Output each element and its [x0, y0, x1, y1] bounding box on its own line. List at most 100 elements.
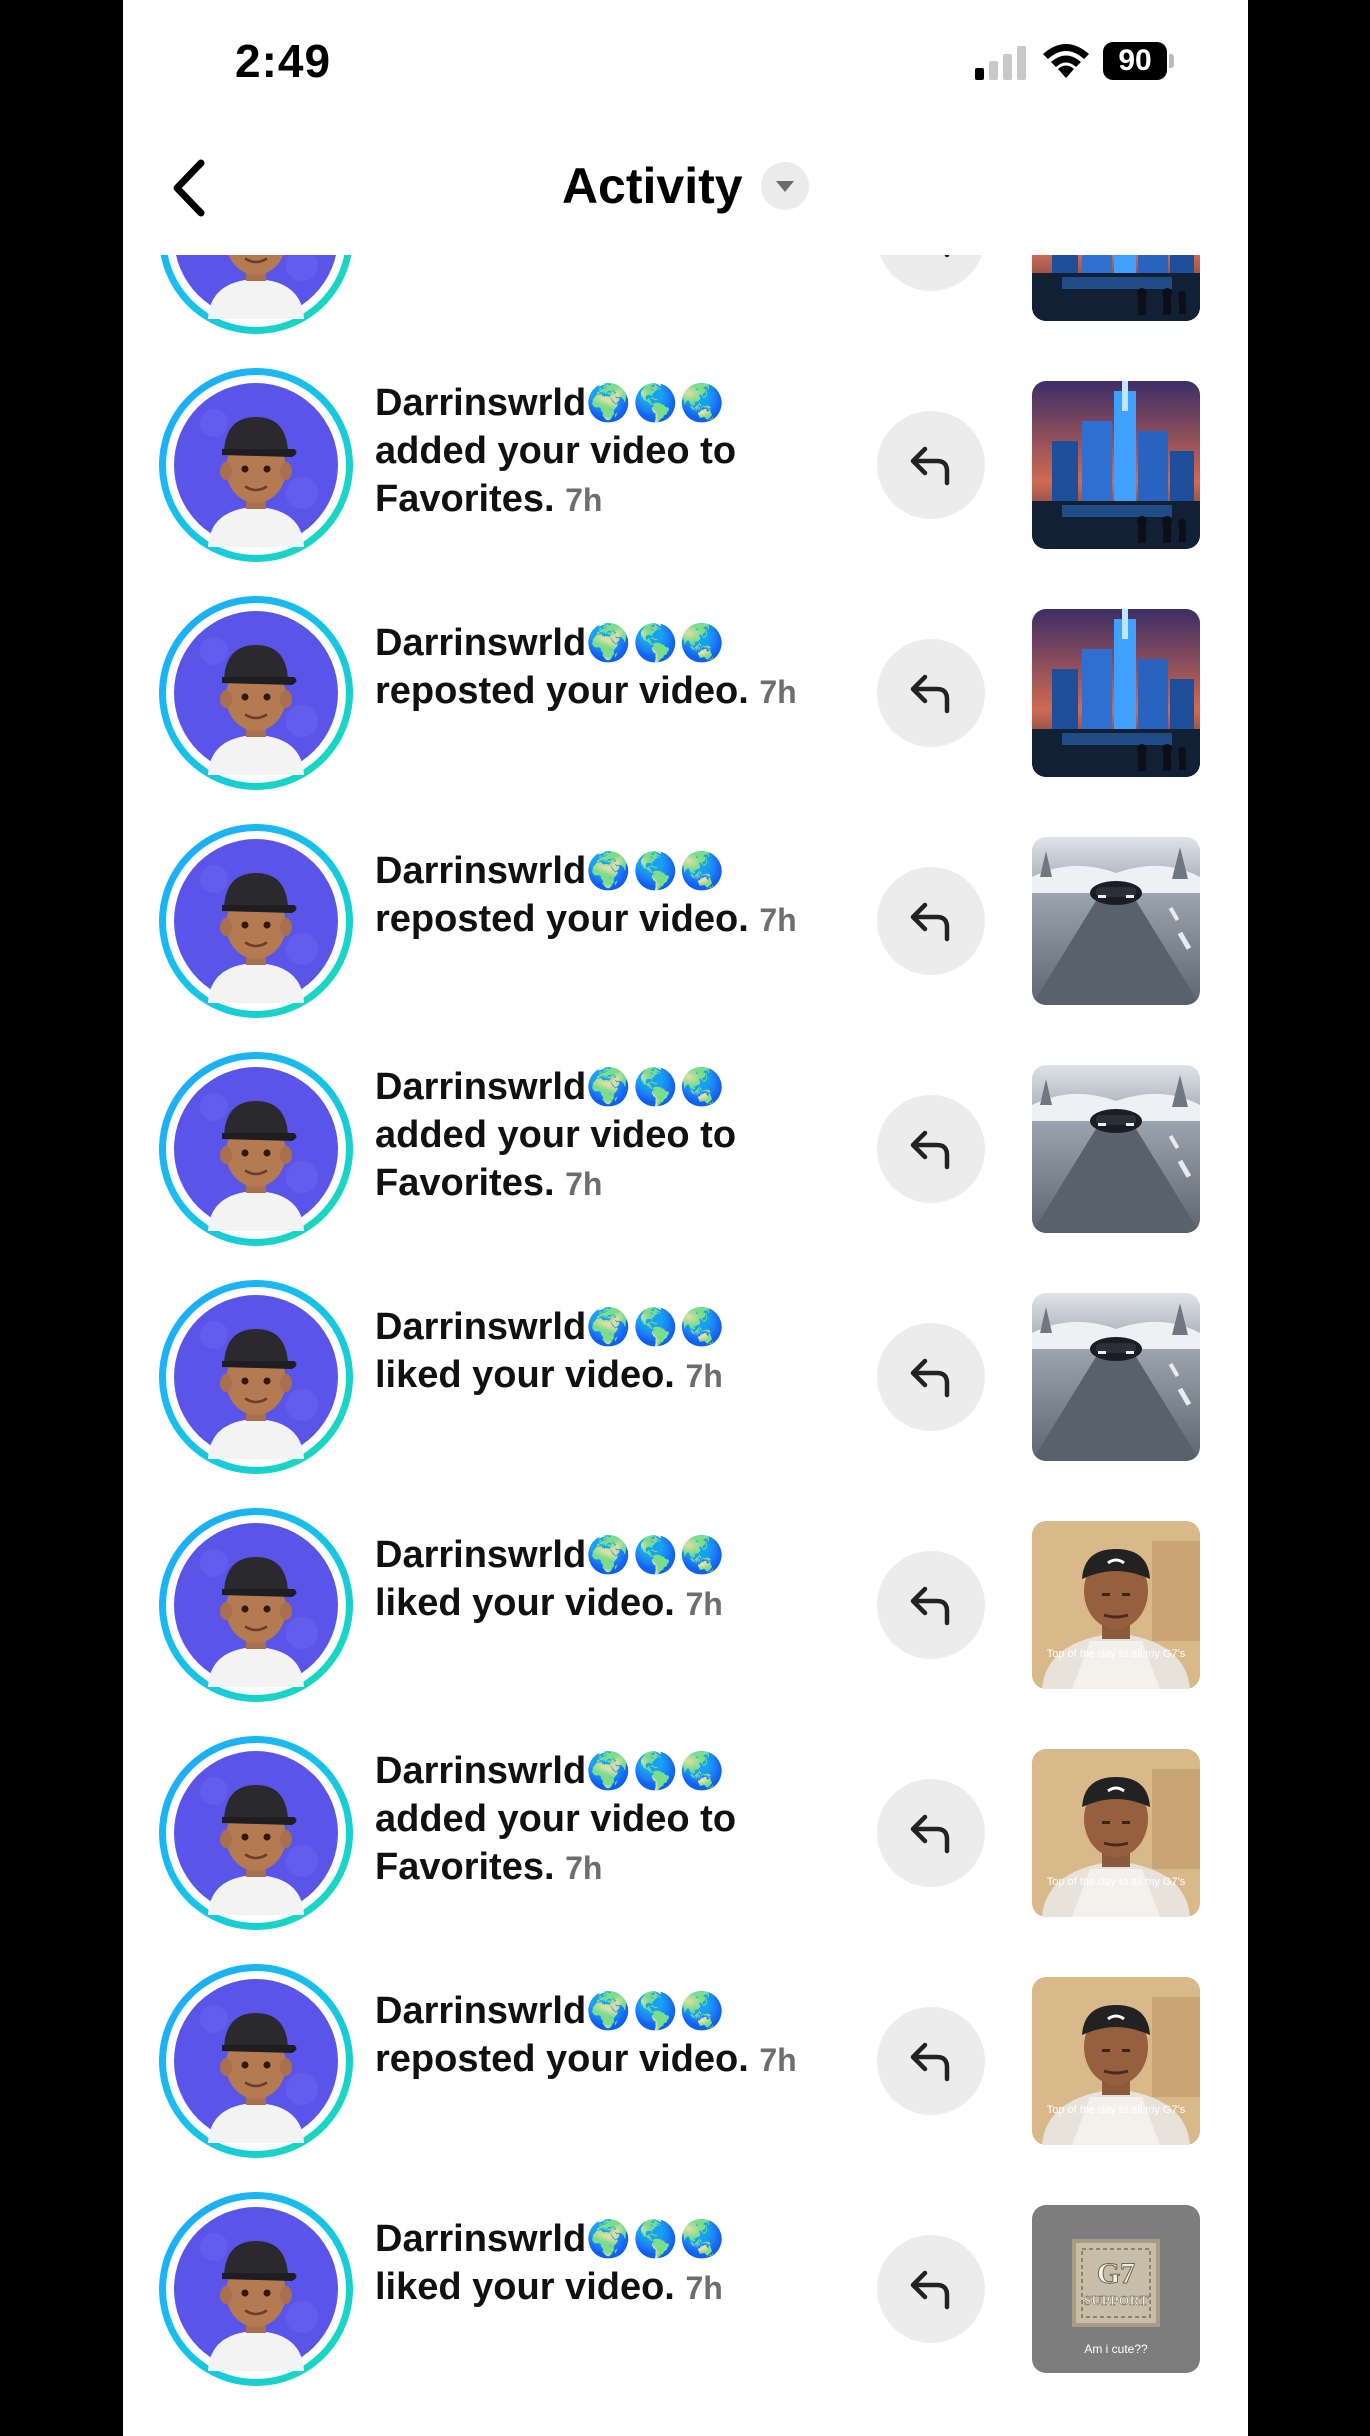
- video-thumbnail[interactable]: Top of the day to all my G7's: [1032, 1521, 1200, 1689]
- notification-row[interactable]: Darrinswrld🌍🌎🌏 added your video to Favori…: [123, 351, 1248, 579]
- notification-row[interactable]: Darrinswrld🌍🌎🌏 reposted your video. 7h To…: [123, 1947, 1248, 2175]
- video-thumbnail[interactable]: [1032, 1065, 1200, 1233]
- reply-arrow-icon: [910, 1130, 950, 1170]
- reply-button[interactable]: [877, 1323, 985, 1431]
- video-thumbnail[interactable]: [1032, 837, 1200, 1005]
- reply-arrow-icon: [910, 674, 950, 714]
- notification-row[interactable]: Darrinswrld🌍🌎🌏 added your video to Favori…: [123, 1719, 1248, 1947]
- thumbnail-caption: Top of the day to all my G7's: [1047, 2104, 1186, 2116]
- action-text: reposted your video.: [375, 898, 749, 940]
- globe-emojis: 🌍🌎🌏: [586, 622, 727, 663]
- avatar-image: [174, 1979, 338, 2143]
- username[interactable]: Darrinswrld: [375, 1750, 586, 1792]
- username[interactable]: Darrinswrld: [375, 622, 586, 664]
- avatar[interactable]: [159, 1280, 353, 1474]
- time-ago: 7h: [759, 674, 797, 710]
- reply-button[interactable]: [877, 639, 985, 747]
- reply-button[interactable]: [877, 867, 985, 975]
- thumbnail-image: Top of the day to all my G7's: [1032, 1749, 1200, 1917]
- notification-row[interactable]: Darrinswrld🌍🌎🌏 reposted your video. 7h: [123, 579, 1248, 807]
- notification-text: Darrinswrld🌍🌎🌏 added your video to Favori…: [375, 1063, 845, 1208]
- reply-arrow-icon: [910, 2042, 950, 2082]
- reply-button[interactable]: [877, 1779, 985, 1887]
- video-thumbnail[interactable]: G7 SUPPORT Am i cute??: [1032, 2205, 1200, 2373]
- notification-text: Darrinswrld🌍🌎🌏 liked your video. 7h: [375, 1531, 845, 1628]
- badge-title: G7: [1097, 2257, 1135, 2290]
- notification-row[interactable]: Darrinswrld🌍🌎🌏 liked your video. 7h: [123, 1263, 1248, 1491]
- title-dropdown[interactable]: Activity: [123, 157, 1248, 215]
- header: Activity: [123, 125, 1248, 255]
- avatar[interactable]: [159, 1508, 353, 1702]
- avatar[interactable]: [159, 596, 353, 790]
- thumbnail-image: [1032, 1065, 1200, 1233]
- avatar[interactable]: [159, 1964, 353, 2158]
- notification-row[interactable]: Darrinswrld🌍🌎🌏 liked your video. 7h G7 SU…: [123, 2175, 1248, 2403]
- notification-text: Darrinswrld🌍🌎🌏 added your video to Favori…: [375, 379, 845, 524]
- notification-row[interactable]: Darrinswrld🌍🌎🌏 added your video to Favori…: [123, 1035, 1248, 1263]
- reply-arrow-icon: [910, 1814, 950, 1854]
- reply-button[interactable]: [877, 2235, 985, 2343]
- avatar-image: [174, 1295, 338, 1459]
- username[interactable]: Darrinswrld: [375, 1066, 586, 1108]
- reply-arrow-icon: [910, 902, 950, 942]
- globe-emojis: 🌍🌎🌏: [586, 2218, 727, 2259]
- reply-button[interactable]: [877, 2007, 985, 2115]
- activity-screen: 2:49 90 Activity Darrinswrld🌍🌎🌏 added yo…: [123, 0, 1248, 2436]
- video-thumbnail[interactable]: Top of the day to all my G7's: [1032, 1977, 1200, 2145]
- reply-arrow-icon: [910, 1358, 950, 1398]
- username[interactable]: Darrinswrld: [375, 1306, 586, 1348]
- notification-text: Darrinswrld🌍🌎🌏 reposted your video. 7h: [375, 847, 845, 944]
- username[interactable]: Darrinswrld: [375, 850, 586, 892]
- globe-emojis: 🌍🌎🌏: [586, 1306, 727, 1347]
- video-thumbnail[interactable]: Top of the day to all my G7's: [1032, 1749, 1200, 1917]
- reply-arrow-icon: [910, 2270, 950, 2310]
- reply-button[interactable]: [877, 1095, 985, 1203]
- globe-emojis: 🌍🌎🌏: [586, 1534, 727, 1575]
- page-title: Activity: [561, 158, 743, 214]
- time-ago: 7h: [685, 1586, 723, 1622]
- thumbnail-image: [1032, 1293, 1200, 1461]
- time-ago: 7h: [565, 1166, 603, 1202]
- avatar[interactable]: [159, 368, 353, 562]
- avatar-image: [174, 839, 338, 1003]
- username[interactable]: Darrinswrld: [375, 1534, 586, 1576]
- notification-text: Darrinswrld🌍🌎🌏 liked your video. 7h: [375, 1303, 845, 1400]
- notification-row[interactable]: Darrinswrld🌍🌎🌏 reposted your video. 7h: [123, 807, 1248, 1035]
- status-time: 2:49: [235, 35, 332, 87]
- action-text: liked your video.: [375, 1582, 675, 1624]
- action-text: reposted your video.: [375, 670, 749, 712]
- cellular-signal-icon: [975, 46, 1026, 80]
- username[interactable]: Darrinswrld: [375, 1990, 586, 2032]
- video-thumbnail[interactable]: [1032, 609, 1200, 777]
- action-text: added your video to Favorites.: [375, 1114, 737, 1204]
- reply-arrow-icon: [910, 446, 950, 486]
- avatar[interactable]: [159, 1736, 353, 1930]
- globe-emojis: 🌍🌎🌏: [586, 382, 727, 423]
- avatar-image: [174, 611, 338, 775]
- notification-row[interactable]: Darrinswrld🌍🌎🌏 liked your video. 7h Top o…: [123, 1491, 1248, 1719]
- reply-arrow-icon: [910, 1586, 950, 1626]
- action-text: added your video to Favorites.: [375, 430, 737, 520]
- avatar[interactable]: [159, 2192, 353, 2386]
- badge-subtitle: SUPPORT: [1084, 2294, 1150, 2309]
- avatar[interactable]: [159, 1052, 353, 1246]
- notification-text: Darrinswrld🌍🌎🌏 liked your video. 7h: [375, 2215, 845, 2312]
- time-ago: 7h: [565, 1850, 603, 1886]
- reply-button[interactable]: [877, 411, 985, 519]
- action-text: reposted your video.: [375, 2038, 749, 2080]
- action-text: added your video to Favorites.: [375, 1798, 737, 1888]
- chevron-down-icon[interactable]: [761, 162, 810, 210]
- video-thumbnail[interactable]: [1032, 1293, 1200, 1461]
- username[interactable]: Darrinswrld: [375, 2218, 586, 2260]
- time-ago: 7h: [759, 2042, 797, 2078]
- time-ago: 7h: [759, 902, 797, 938]
- globe-emojis: 🌍🌎🌏: [586, 850, 727, 891]
- time-ago: 7h: [565, 482, 603, 518]
- video-thumbnail[interactable]: [1032, 381, 1200, 549]
- username[interactable]: Darrinswrld: [375, 382, 586, 424]
- avatar[interactable]: [159, 824, 353, 1018]
- reply-button[interactable]: [877, 1551, 985, 1659]
- thumbnail-image: Top of the day to all my G7's: [1032, 1521, 1200, 1689]
- avatar-image: [174, 1751, 338, 1915]
- action-text: liked your video.: [375, 1354, 675, 1396]
